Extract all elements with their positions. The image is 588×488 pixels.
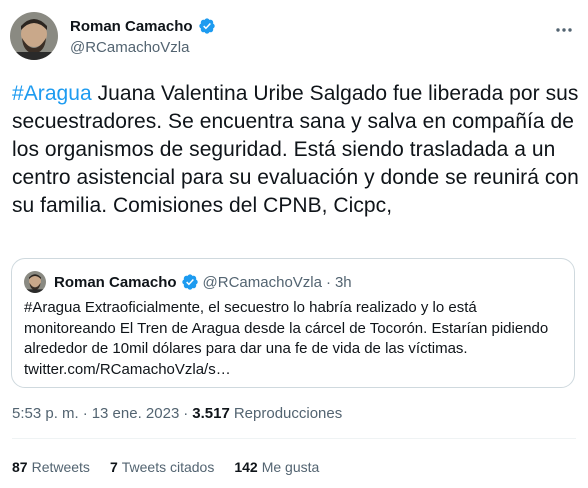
- quotes-count: 7: [109, 459, 118, 475]
- tweet-meta: 5:53 p. m. · 13 ene. 2023 · 3.517 Reprod…: [12, 405, 342, 422]
- avatar[interactable]: [10, 12, 58, 60]
- meta-separator: ·: [183, 405, 189, 422]
- quoted-author-name: Roman Camacho: [54, 273, 177, 291]
- quoted-avatar: [24, 271, 46, 293]
- tweet: Roman Camacho @RCamachoVzla #Aragua Juan…: [0, 0, 588, 488]
- verified-icon: [181, 273, 199, 291]
- quoted-separator: ·: [325, 273, 331, 291]
- quoted-time: 3h: [334, 273, 352, 291]
- author-info: Roman Camacho @RCamachoVzla: [70, 16, 216, 56]
- likes-count: 142: [234, 459, 258, 475]
- retweets-stat[interactable]: 87 Retweets: [12, 459, 90, 475]
- tweet-time[interactable]: 5:53 p. m.: [12, 405, 79, 422]
- tweet-date[interactable]: 13 ene. 2023: [92, 405, 180, 422]
- tweet-text: #Aragua Juana Valentina Uribe Salgado fu…: [12, 80, 582, 220]
- likes-stat[interactable]: 142 Me gusta: [234, 459, 319, 475]
- quoted-body: Extraoficialmente, el secuestro lo habrí…: [24, 299, 549, 378]
- more-icon[interactable]: [554, 20, 574, 40]
- quoted-hashtag: #Aragua: [24, 299, 81, 316]
- quoted-header: Roman Camacho @RCamachoVzla · 3h: [54, 273, 352, 291]
- likes-label: Me gusta: [261, 459, 320, 475]
- views-label: Reproducciones: [233, 405, 343, 422]
- tweet-body: Juana Valentina Uribe Salgado fue libera…: [12, 82, 579, 217]
- hashtag-link[interactable]: #Aragua: [12, 82, 92, 105]
- quotes-stat[interactable]: 7 Tweets citados: [110, 459, 214, 475]
- author-handle[interactable]: @RCamachoVzla: [70, 39, 216, 56]
- quotes-label: Tweets citados: [121, 459, 215, 475]
- meta-separator: ·: [82, 405, 88, 422]
- tweet-stats: 87 Retweets 7 Tweets citados 142 Me gust…: [12, 459, 319, 475]
- quoted-text: #Aragua Extraoficialmente, el secuestro …: [24, 298, 564, 380]
- retweets-label: Retweets: [31, 459, 90, 475]
- quoted-author-handle: @RCamachoVzla: [202, 273, 322, 291]
- retweets-count: 87: [12, 459, 28, 475]
- divider: [12, 438, 576, 439]
- author-name[interactable]: Roman Camacho: [70, 18, 193, 35]
- verified-icon: [198, 17, 216, 35]
- views-count: 3.517: [192, 405, 230, 422]
- quoted-tweet[interactable]: Roman Camacho @RCamachoVzla · 3h #Aragua…: [11, 258, 575, 388]
